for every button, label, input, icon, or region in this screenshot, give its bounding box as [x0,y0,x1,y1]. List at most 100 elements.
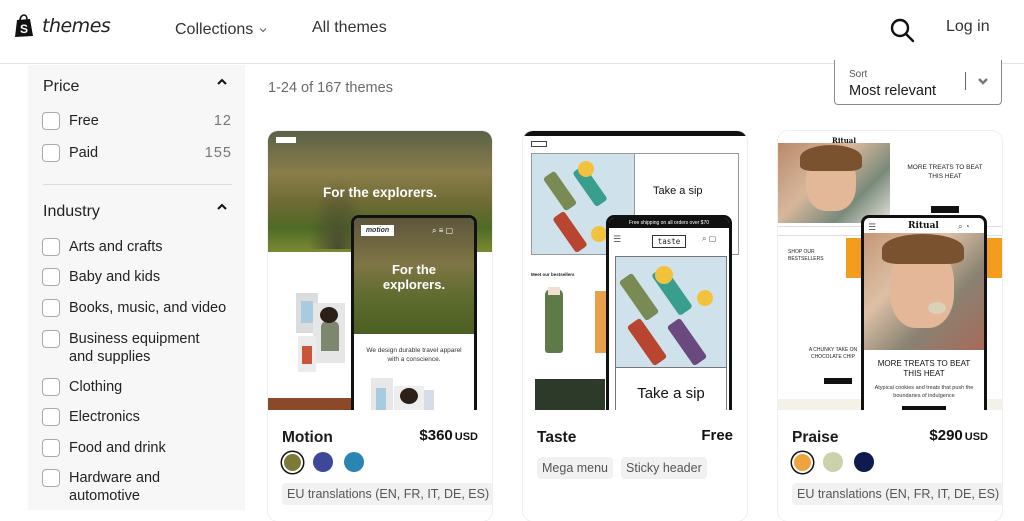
tank-top [301,301,313,323]
menu-icon: ☰ [868,222,877,232]
lemon [697,290,713,306]
theme-preview-image[interactable]: Take a sip Meet our bestsellers Free shi… [523,131,747,410]
desktop-logo: Ritual [832,136,856,145]
theme-card-taste[interactable]: Take a sip Meet our bestsellers Free shi… [523,131,747,521]
theme-card-motion[interactable]: For the explorers. motion ⌕ ≡ ▢ For the … [268,131,492,521]
filter-option-clothing[interactable]: Clothing [42,378,232,396]
option-label: Food and drink [69,440,166,456]
sort-select[interactable]: Sort Most relevant [834,60,1002,105]
filter-option-baby-and-kids[interactable]: Baby and kids [42,268,232,286]
feature-tag: EU translations (EN, FR, IT, DE, ES) [282,483,492,505]
checkbox[interactable] [42,112,60,130]
swatch-navy[interactable] [854,452,874,472]
sort-label: Sort [849,69,868,80]
option-count: 155 [204,145,232,161]
feature-tag: EU translations (EN, FR, IT, DE, ES) [792,483,1002,505]
option-label: Arts and crafts [69,239,163,255]
theme-name[interactable]: Praise [792,429,839,447]
mobile-preview: Free shipping on all orders over $70 ☰ t… [606,215,732,410]
mobile-headline: More treats to beat this heat [877,359,971,378]
option-label: Paid [69,145,99,161]
mobile-logo: taste [652,235,686,248]
nav-collections-label: Collections [175,21,254,38]
orange-top [302,346,312,364]
desktop-logo-box [276,137,296,143]
lemon [655,266,673,284]
lemon [591,226,607,242]
feature-tag: Mega menu [537,457,614,479]
hair [882,234,964,264]
option-count: 12 [213,113,232,129]
mobile-subtext: Atypical cookies and treats that push th… [874,385,974,399]
chevron-down-icon [978,78,988,85]
swatch-blue[interactable] [344,452,364,472]
checkbox[interactable] [42,378,60,396]
swatch-indigo[interactable] [313,452,333,472]
theme-card-praise[interactable]: Ritual More treats to beat this heat Sho… [778,131,1002,521]
swatch-orange[interactable] [793,453,811,471]
hair [800,145,862,171]
option-label: Clothing [69,379,123,395]
hair [400,388,418,404]
price-value: $290 [929,427,963,444]
mobile-cta [902,406,946,410]
nav-collections[interactable]: Collections [175,21,267,39]
swatch-olive[interactable] [283,453,301,471]
checkbox[interactable] [42,330,60,348]
feature-tag: Sticky header [621,457,707,479]
filter-option-paid[interactable]: Paid 155 [42,144,232,162]
filter-option-free[interactable]: Free 12 [42,112,232,130]
theme-price: $290 USD [929,427,988,444]
checkbox[interactable] [42,439,60,457]
swatch-sage[interactable] [823,452,843,472]
theme-preview-image[interactable]: Ritual More treats to beat this heat Sho… [778,131,1002,410]
filter-option-business-equipment[interactable]: Business equipment and supplies [42,330,217,366]
nav-all-themes[interactable]: All themes [312,19,387,37]
logo-text: themes [42,15,111,37]
mobile-announcement: Free shipping on all orders over $70 [609,218,729,228]
option-label: Hardware and automotive [69,470,161,504]
option-label: Baby and kids [69,269,161,285]
checkbox[interactable] [42,299,60,317]
divider [43,184,232,185]
section-title: Meet our bestsellers [531,272,575,277]
price-value: $360 [419,427,453,444]
theme-name[interactable]: Taste [537,429,576,447]
cookie [928,302,946,314]
bottle-cap [548,287,560,295]
mobile-preview: motion ⌕ ≡ ▢ For the explorers. We desig… [351,215,477,410]
shopify-themes-logo[interactable]: S themes [13,14,111,38]
desktop-cta [931,206,959,213]
login-link[interactable]: Log in [946,18,990,36]
sort-value: Most relevant [849,83,937,99]
top-header: S themes Collections All themes Log in [0,0,1024,64]
checkbox[interactable] [42,408,60,426]
bestsellers-title: Shop our bestsellers [788,249,824,262]
shopify-bag-icon: S [15,14,33,37]
sort-separator [965,72,966,90]
checkbox[interactable] [42,268,60,286]
theme-preview-image[interactable]: For the explorers. motion ⌕ ≡ ▢ For the … [268,131,492,410]
checkbox[interactable] [42,469,60,487]
filter-option-arts-and-crafts[interactable]: Arts and crafts [42,238,232,256]
mobile-logo: motion [361,225,394,236]
option-label: Electronics [69,409,140,425]
search-icon[interactable] [889,17,915,43]
filter-option-hardware-automotive[interactable]: Hardware and automotive [42,469,192,505]
announcement-bar [523,131,747,136]
checkbox[interactable] [42,238,60,256]
results-count: 1-24 of 167 themes [268,80,393,96]
chevron-up-icon[interactable] [216,203,228,211]
kale-image [535,379,605,410]
filter-option-books-music-video[interactable]: Books, music, and video [42,299,232,317]
theme-price: Free [701,427,733,444]
bottle-product [545,289,563,353]
checkbox[interactable] [42,144,60,162]
chevron-up-icon[interactable] [216,78,228,86]
filter-option-food-and-drink[interactable]: Food and drink [42,439,232,457]
mobile-preview: ☰ Ritual ⌕ ◔ More treats to beat this he… [861,215,987,410]
theme-name[interactable]: Motion [282,429,333,447]
filter-option-electronics[interactable]: Electronics [42,408,232,426]
lemon [578,161,594,177]
mobile-headline: For the explorers. [382,262,446,292]
